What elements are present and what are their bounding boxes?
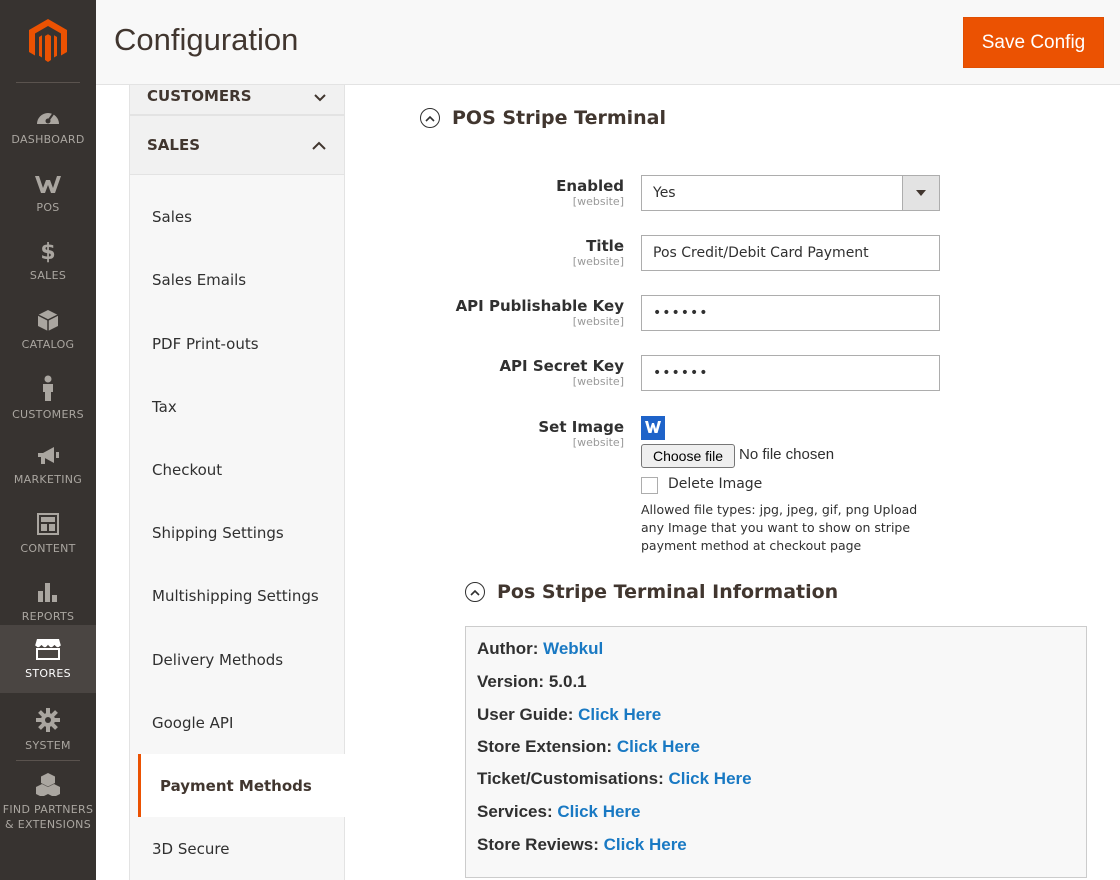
- tab-section-label: SALES: [147, 136, 201, 154]
- menu-label: FIND PARTNERS & EXTENSIONS: [2, 803, 94, 831]
- config-tabs: CUSTOMERS SALES Sales Sales Emails PDF P…: [129, 85, 346, 880]
- secret-key-label: API Secret Key [website]: [499, 357, 624, 388]
- section-toggle-info[interactable]: Pos Stripe Terminal Information: [465, 581, 838, 603]
- store-reviews-link[interactable]: Click Here: [604, 835, 687, 854]
- admin-menu: DASHBOARD POS $ SALES CATALOG CUSTOMERS …: [0, 0, 96, 880]
- menu-content[interactable]: CONTENT: [0, 500, 96, 568]
- info-user-guide: User Guide: Click Here: [477, 705, 662, 724]
- menu-label: CATALOG: [21, 337, 75, 351]
- store-extension-link[interactable]: Click Here: [617, 737, 700, 756]
- page-title: Configuration: [114, 22, 299, 57]
- menu-dashboard[interactable]: DASHBOARD: [0, 92, 96, 160]
- publishable-key-label: API Publishable Key [website]: [455, 297, 624, 328]
- info-section-title: Pos Stripe Terminal Information: [497, 581, 839, 603]
- info-box: Author: Webkul Version: 5.0.1 User Guide…: [465, 626, 1087, 878]
- dashboard-icon: [37, 112, 59, 124]
- tab-google-api[interactable]: Google API: [130, 691, 344, 754]
- tab-payment-methods[interactable]: Payment Methods: [138, 754, 346, 817]
- person-icon: [43, 375, 53, 401]
- magento-logo-icon: [29, 19, 67, 62]
- bar-chart-icon: [38, 582, 57, 602]
- menu-label: REPORTS: [21, 609, 75, 623]
- cubes-icon: [36, 773, 60, 796]
- delete-image-label[interactable]: Delete Image: [668, 476, 762, 492]
- menu-customers[interactable]: CUSTOMERS: [0, 364, 96, 432]
- section-title: POS Stripe Terminal: [452, 107, 666, 129]
- tab-sales-emails[interactable]: Sales Emails: [130, 248, 344, 311]
- menu-stores[interactable]: STORES: [0, 625, 96, 693]
- menu-catalog[interactable]: CATALOG: [0, 296, 96, 364]
- info-services: Services: Click Here: [477, 802, 641, 821]
- title-input[interactable]: [641, 235, 940, 271]
- menu-marketing[interactable]: MARKETING: [0, 432, 96, 500]
- delete-image-checkbox[interactable]: [641, 477, 658, 494]
- menu-label: MARKETING: [13, 472, 83, 486]
- services-link[interactable]: Click Here: [557, 802, 640, 821]
- tab-pdf-printouts[interactable]: PDF Print-outs: [130, 312, 344, 375]
- webkul-logo-icon: [645, 421, 661, 433]
- menu-label: DASHBOARD: [11, 132, 85, 146]
- info-version: Version: 5.0.1: [477, 672, 587, 691]
- dollar-icon: $: [40, 239, 56, 265]
- version-value: 5.0.1: [548, 672, 587, 691]
- menu-label: SALES: [29, 268, 67, 282]
- tab-tax[interactable]: Tax: [130, 375, 344, 438]
- menu-find-partners[interactable]: FIND PARTNERS & EXTENSIONS: [0, 770, 96, 834]
- enabled-label: Enabled [website]: [556, 177, 624, 208]
- collapse-icon: [420, 108, 440, 128]
- menu-sales[interactable]: $ SALES: [0, 228, 96, 296]
- info-ticket: Ticket/Customisations: Click Here: [477, 769, 752, 788]
- author-link[interactable]: Webkul: [543, 639, 603, 658]
- pos-icon: [35, 175, 61, 193]
- secret-key-input[interactable]: [641, 355, 940, 391]
- user-guide-link[interactable]: Click Here: [578, 705, 661, 724]
- collapse-icon: [465, 582, 485, 602]
- ticket-link[interactable]: Click Here: [668, 769, 751, 788]
- tab-sales[interactable]: Sales: [130, 185, 344, 248]
- info-store-reviews: Store Reviews: Click Here: [477, 835, 687, 854]
- tab-multishipping-settings[interactable]: Multishipping Settings: [130, 564, 344, 627]
- tab-shipping-settings[interactable]: Shipping Settings: [130, 501, 344, 564]
- menu-label: CONTENT: [20, 541, 76, 555]
- menu-label: CUSTOMERS: [12, 407, 84, 421]
- menu-label: POS: [36, 200, 60, 214]
- content-icon: [37, 512, 59, 535]
- tab-3d-secure[interactable]: 3D Secure: [130, 817, 344, 880]
- enabled-select-value: Yes: [653, 185, 676, 201]
- menu-pos[interactable]: POS: [0, 160, 96, 228]
- menu-system[interactable]: SYSTEM: [0, 696, 96, 764]
- title-label: Title [website]: [572, 237, 624, 268]
- publishable-key-input[interactable]: [641, 295, 940, 331]
- tab-section-customers[interactable]: CUSTOMERS: [130, 85, 344, 115]
- chevron-down-icon: [314, 94, 326, 102]
- magento-logo[interactable]: [16, 0, 80, 83]
- chevron-up-icon: [312, 141, 326, 150]
- image-preview-thumbnail[interactable]: [641, 416, 665, 440]
- page-header: Configuration Save Config: [96, 0, 1120, 85]
- no-file-chosen-text: No file chosen: [739, 446, 835, 463]
- menu-label: SYSTEM: [25, 738, 71, 752]
- menu-label: STORES: [25, 666, 71, 680]
- allowed-file-types-note: Allowed file types: jpg, jpeg, gif, png …: [641, 502, 918, 553]
- enabled-select[interactable]: Yes: [641, 175, 940, 211]
- store-icon: [35, 638, 61, 660]
- tab-delivery-methods[interactable]: Delivery Methods: [130, 628, 344, 691]
- chevron-down-icon: [902, 176, 939, 210]
- box-icon: [37, 309, 59, 331]
- tab-checkout[interactable]: Checkout: [130, 438, 344, 501]
- info-store-extension: Store Extension: Click Here: [477, 737, 700, 756]
- menu-divider: [16, 760, 80, 761]
- megaphone-icon: [38, 446, 59, 464]
- save-config-button[interactable]: Save Config: [963, 17, 1104, 68]
- set-image-label: Set Image [website]: [538, 418, 624, 449]
- tab-section-label: CUSTOMERS: [147, 87, 252, 105]
- section-toggle-pos-stripe[interactable]: POS Stripe Terminal: [420, 107, 666, 129]
- info-author: Author: Webkul: [477, 639, 604, 658]
- tab-section-sales[interactable]: SALES: [130, 115, 344, 175]
- gear-icon: [36, 707, 60, 732]
- choose-file-button[interactable]: Choose file: [641, 444, 735, 468]
